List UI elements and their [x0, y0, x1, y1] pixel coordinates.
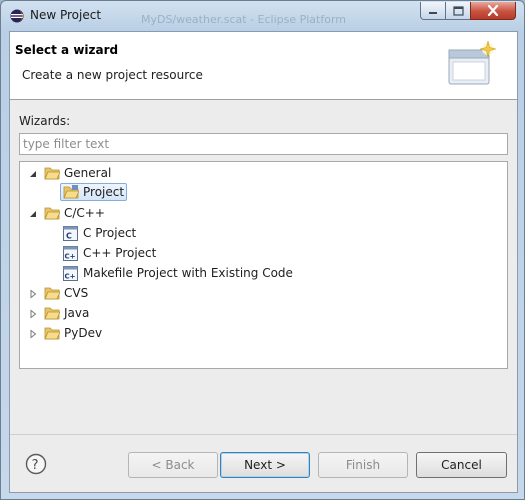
back-button[interactable]: < Back [128, 452, 218, 478]
cancel-button[interactable]: Cancel [416, 452, 507, 478]
maximize-icon [452, 5, 464, 16]
minimize-button[interactable] [420, 2, 446, 20]
makefile-project-icon: C+ [63, 266, 78, 281]
expanded-arrow-icon[interactable] [28, 209, 38, 219]
svg-text:C+: C+ [65, 253, 76, 261]
tree-item-label: General [64, 166, 112, 180]
folder-icon [44, 287, 60, 300]
wizard-header: Select a wizard Create a new project res… [10, 32, 517, 100]
new-wizard-banner-icon [448, 40, 497, 85]
dialog-body: Select a wizard Create a new project res… [9, 31, 518, 493]
maximize-button[interactable] [445, 2, 471, 20]
svg-text:C+: C+ [65, 273, 76, 281]
minimize-icon [429, 11, 437, 14]
expanded-arrow-icon[interactable] [28, 169, 38, 179]
folder-open-icon [44, 167, 60, 180]
close-icon [487, 5, 499, 16]
next-button[interactable]: Next > [220, 452, 310, 478]
page-description: Create a new project resource [22, 68, 203, 82]
c-project-icon: C [63, 226, 78, 241]
eclipse-icon [10, 9, 24, 23]
tree-item-label: C++ Project [83, 246, 157, 260]
filter-input[interactable] [19, 133, 508, 155]
button-bar-separator [10, 434, 517, 435]
tree-item-label: Java [64, 306, 90, 320]
tree-item-label: PyDev [64, 326, 103, 340]
page-title: Select a wizard [15, 43, 119, 57]
help-icon[interactable]: ? [25, 453, 47, 475]
svg-text:C: C [66, 232, 72, 241]
collapsed-arrow-icon[interactable] [28, 309, 38, 319]
tree-item-label: C/C++ [64, 206, 105, 220]
project-folder-icon [63, 185, 79, 199]
title-bar[interactable]: New Project MyDS/weather.scat - Eclipse … [1, 1, 524, 31]
cpp-project-icon: C+ [63, 246, 78, 261]
folder-icon [44, 327, 60, 340]
wizards-label: Wizards: [19, 114, 71, 128]
folder-icon [44, 307, 60, 320]
tree-item-label: Project [83, 185, 125, 199]
collapsed-arrow-icon[interactable] [28, 289, 38, 299]
wizard-tree[interactable]: General Project C/C++ C C Project C+ C++… [19, 161, 508, 369]
tree-item-label: CVS [64, 286, 89, 300]
window-title: New Project [30, 8, 102, 22]
svg-text:?: ? [32, 458, 39, 473]
finish-button[interactable]: Finish [318, 452, 408, 478]
tree-item-label: Makefile Project with Existing Code [83, 266, 293, 280]
close-button[interactable] [470, 2, 516, 20]
tree-item-label: C Project [83, 226, 137, 240]
folder-open-icon [44, 207, 60, 220]
new-project-dialog: New Project MyDS/weather.scat - Eclipse … [0, 0, 525, 500]
collapsed-arrow-icon[interactable] [28, 329, 38, 339]
background-window-title: MyDS/weather.scat - Eclipse Platform [141, 13, 346, 26]
